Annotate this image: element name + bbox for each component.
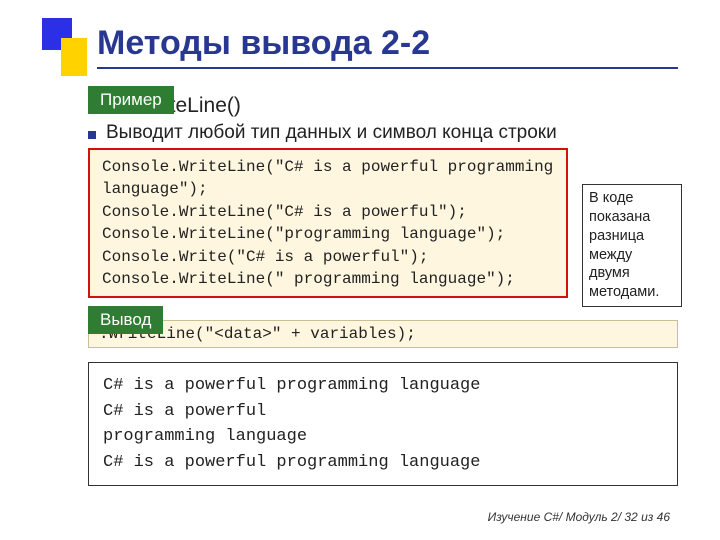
output-box: C# is a powerful programming language C#…	[88, 362, 678, 486]
code-template-line: .WriteLine("<data>" + variables);	[88, 320, 678, 348]
code-line: language");	[102, 178, 554, 200]
code-line: Console.WriteLine("programming language"…	[102, 223, 554, 245]
output-line: C# is a powerful	[103, 399, 663, 425]
bullet-icon	[88, 131, 96, 139]
title-row: Методы вывода 2-2	[42, 22, 678, 76]
code-line: Console.WriteLine(" programming language…	[102, 268, 554, 290]
label-output: Вывод	[88, 306, 163, 334]
footer-text: Изучение C#/ Модуль 2/ 32 из 46	[488, 510, 670, 524]
output-line: programming language	[103, 424, 663, 450]
code-line: Console.Write("C# is a powerful");	[102, 246, 554, 268]
method-description: Выводит любой тип данных и символ конца …	[106, 122, 557, 144]
bullet-description: Выводит любой тип данных и символ конца …	[88, 122, 678, 144]
bullet-method: riteLine()	[158, 94, 678, 118]
callout-note: В коде показана разница между двумя мето…	[582, 184, 682, 307]
code-line: Console.WriteLine("C# is a powerful");	[102, 201, 554, 223]
slide-title: Методы вывода 2-2	[97, 22, 678, 69]
label-example: Пример	[88, 86, 174, 114]
slide: Методы вывода 2-2 Пример riteLine() Выво…	[0, 0, 720, 540]
code-example-box: Console.WriteLine("C# is a powerful prog…	[88, 148, 568, 298]
logo-icon	[42, 18, 87, 76]
code-line: Console.WriteLine("C# is a powerful prog…	[102, 156, 554, 178]
output-line: C# is a powerful programming language	[103, 450, 663, 476]
content-area: Пример riteLine() Выводит любой тип данн…	[42, 94, 678, 486]
output-line: C# is a powerful programming language	[103, 373, 663, 399]
